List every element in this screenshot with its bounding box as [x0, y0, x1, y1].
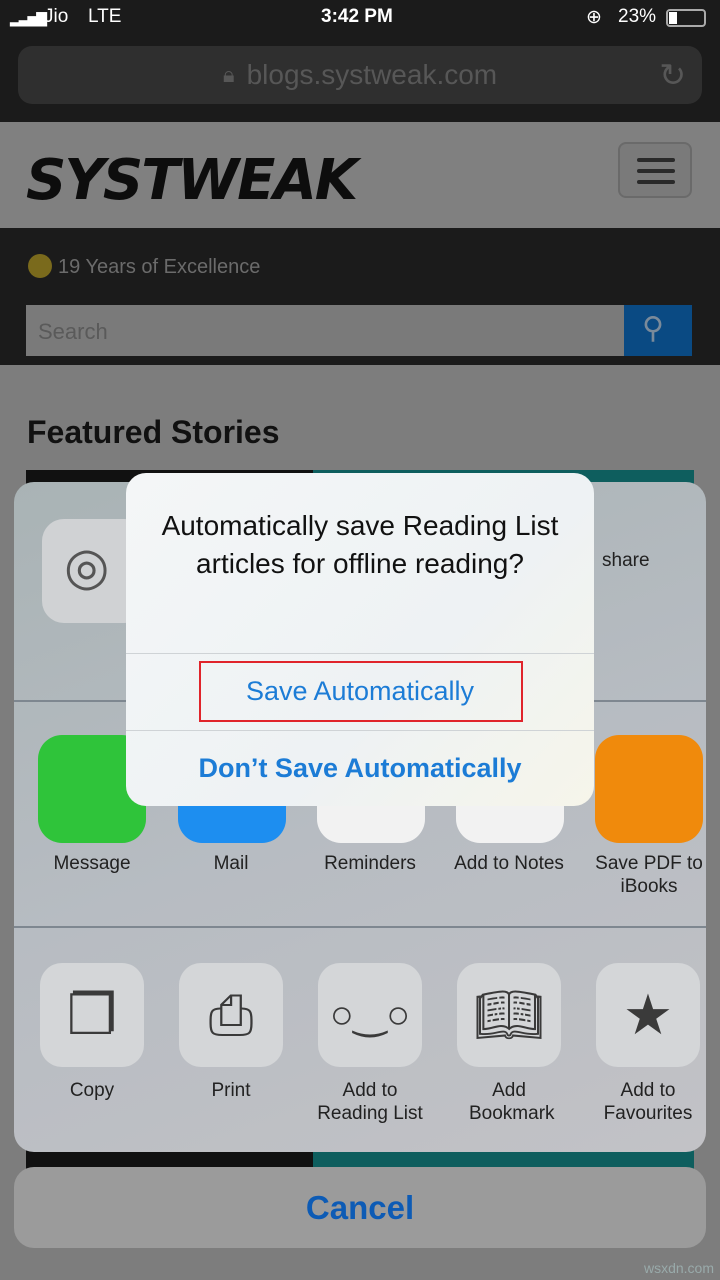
action-label: Add to Reading List: [317, 1080, 423, 1124]
time: 3:42 PM: [321, 6, 393, 27]
tagline: 19 Years of Excellence: [58, 256, 261, 278]
search-icon: ⚲: [642, 312, 664, 345]
search-input[interactable]: Search: [26, 305, 624, 356]
battery-percent: 23%: [618, 6, 657, 27]
app-label: Message: [53, 853, 131, 874]
search-button[interactable]: ⚲: [624, 305, 692, 356]
save-automatically-button[interactable]: Save Automatically: [126, 676, 594, 707]
action-label: Add to Favourites: [603, 1080, 693, 1124]
star-icon[interactable]: ★: [596, 963, 700, 1067]
watermark: wsxdn.com: [643, 1260, 714, 1276]
book-icon[interactable]: 📖︎: [457, 963, 561, 1067]
site-logo[interactable]: SYSTWEAK: [26, 148, 358, 213]
divider: [126, 653, 594, 654]
airdrop-hint: share: [602, 550, 650, 571]
medal-icon: [28, 254, 52, 278]
app-label: Add to Notes: [454, 853, 564, 874]
alert-dialog: Automatically save Reading List articles…: [126, 473, 594, 806]
dialog-title: Automatically save Reading List articles…: [161, 510, 559, 579]
network: LTE: [88, 6, 122, 27]
copy-icon[interactable]: ❐: [40, 963, 144, 1067]
hamburger-menu-button[interactable]: [618, 142, 692, 198]
action-label: Add Bookmark: [469, 1080, 555, 1124]
action-label: Copy: [69, 1080, 115, 1101]
battery-icon: [666, 9, 706, 27]
lock-icon: 🔒︎: [222, 62, 235, 87]
reload-icon[interactable]: ↻: [659, 56, 686, 94]
rotation-lock-icon: ⊕: [586, 7, 602, 28]
divider: [14, 926, 706, 928]
app-label: Mail: [213, 853, 249, 874]
ibooks-icon[interactable]: [595, 735, 703, 843]
section-title: Featured Stories: [27, 414, 280, 450]
signal-icon: ▂▃▅▇: [10, 10, 47, 26]
print-icon[interactable]: ⎙: [179, 963, 283, 1067]
app-label: Reminders: [324, 853, 416, 874]
carrier: Jio: [44, 6, 69, 27]
cancel-button[interactable]: Cancel: [14, 1167, 706, 1248]
glasses-icon[interactable]: ○‿○: [318, 963, 422, 1067]
app-label: Save PDF to iBooks: [595, 853, 703, 897]
dont-save-automatically-button[interactable]: Don’t Save Automatically: [126, 753, 594, 784]
divider: [126, 730, 594, 731]
url-text: blogs.systweak.com: [246, 59, 498, 90]
address-bar[interactable]: 🔒︎ blogs.systweak.com ↻: [18, 46, 702, 104]
action-label: Print: [211, 1080, 251, 1101]
